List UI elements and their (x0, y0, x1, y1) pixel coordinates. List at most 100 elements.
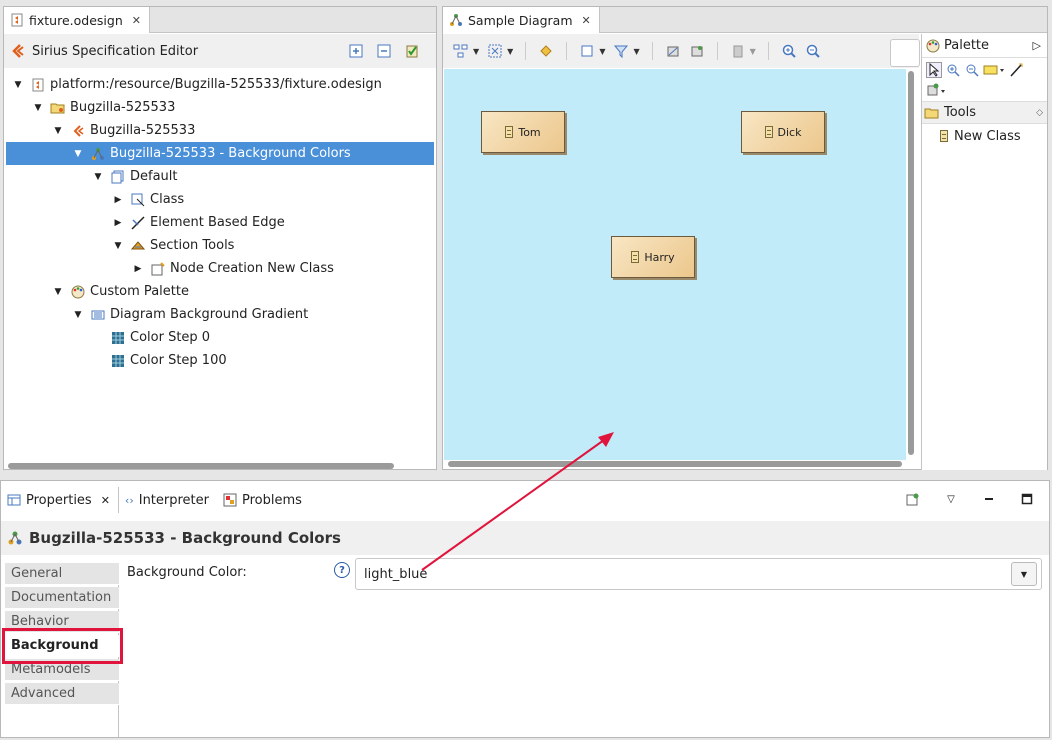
diagram-node-harry[interactable]: Harry (611, 236, 695, 278)
tree-item[interactable]: Color Step 100 (6, 349, 434, 372)
diagram-horizontal-scrollbar[interactable] (448, 461, 902, 467)
chevron-down-icon[interactable]: ▼ (12, 79, 24, 91)
node-mapping-icon (130, 192, 146, 208)
tree-item[interactable]: ▼ Bugzilla-525533 (6, 96, 434, 119)
chevron-right-icon[interactable]: ▶ (112, 194, 124, 206)
pin-view-icon[interactable] (905, 491, 921, 507)
viewpoint-icon (70, 123, 86, 139)
note-tool-icon[interactable] (983, 62, 1005, 78)
chevron-down-icon[interactable]: ▼ (633, 47, 639, 56)
layer-icon (110, 169, 126, 185)
pin-tool-icon[interactable] (926, 81, 948, 97)
tree-item[interactable]: ▶ Node Creation New Class (6, 257, 434, 280)
tree-item[interactable]: ▼ Diagram Background Gradient (6, 303, 434, 326)
chevron-down-icon[interactable]: ▼ (72, 148, 84, 160)
background-color-combo[interactable]: light_blue ▼ (355, 558, 1042, 590)
copy-format-icon[interactable] (730, 43, 746, 59)
arrange-icon[interactable] (453, 43, 469, 59)
connection-tool-icon[interactable] (1008, 62, 1024, 78)
chevron-down-icon[interactable]: ▼ (1011, 562, 1037, 586)
filter-icon[interactable] (613, 43, 629, 59)
zoom-out-icon[interactable] (805, 43, 821, 59)
view-tabbar: Properties ✕ ‹› Interpreter Problems (1, 487, 310, 513)
chevron-down-icon[interactable]: ▼ (750, 47, 756, 56)
diagram-canvas[interactable]: Tom Dick Harry (444, 69, 906, 460)
tree-item[interactable]: ▼ Bugzilla-525533 - Background Colors (6, 142, 434, 165)
editor-horizontal-scrollbar[interactable] (8, 463, 394, 469)
zoom-combo[interactable] (890, 39, 920, 67)
chevron-down-icon[interactable]: ▼ (507, 47, 513, 56)
tree-item-label: Bugzilla-525533 (70, 100, 176, 115)
side-tab-documentation[interactable]: Documentation (5, 587, 119, 609)
class-icon (505, 126, 514, 138)
refresh-icon[interactable] (538, 43, 554, 59)
node-label: Dick (777, 125, 802, 139)
zoom-in-tool-icon[interactable] (945, 62, 961, 78)
chevron-down-icon[interactable]: ▼ (92, 171, 104, 183)
editor-toolbar (348, 43, 420, 59)
toolbar-separator (767, 42, 769, 60)
tree-item[interactable]: ▼ platform:/resource/Bugzilla-525533/fixt… (6, 73, 434, 96)
diagram-node-dick[interactable]: Dick (741, 111, 825, 153)
chevron-right-icon[interactable]: ▶ (132, 263, 144, 275)
chevron-down-icon[interactable]: ▼ (599, 47, 605, 56)
diagram-vertical-scrollbar[interactable] (908, 71, 914, 455)
hide-element-icon[interactable] (665, 43, 681, 59)
palette-header: Palette ▷ (922, 34, 1047, 58)
minimize-icon[interactable] (981, 491, 997, 507)
diagram-node-tom[interactable]: Tom (481, 111, 565, 153)
chevron-down-icon[interactable]: ▼ (112, 240, 124, 252)
side-tab-label: Metamodels (11, 662, 91, 677)
pin-element-icon[interactable] (689, 43, 705, 59)
tab-sample-diagram[interactable]: Sample Diagram ✕ (443, 7, 600, 33)
zoom-out-tool-icon[interactable] (964, 62, 980, 78)
class-icon (764, 126, 773, 138)
tree-item[interactable]: ▼ Section Tools (6, 234, 434, 257)
tab-fixture-odesign[interactable]: fixture.odesign ✕ (4, 7, 150, 33)
tree-item[interactable]: ▼ Bugzilla-525533 (6, 119, 434, 142)
chevron-down-icon[interactable]: ▼ (32, 102, 44, 114)
expand-all-icon[interactable] (348, 43, 364, 59)
tree-item-label: Color Step 0 (130, 330, 211, 345)
close-icon[interactable]: ✕ (101, 494, 110, 507)
select-tool-icon[interactable] (926, 62, 942, 78)
tree-item[interactable]: ▶ Class (6, 188, 434, 211)
layer-filter-icon[interactable] (579, 43, 595, 59)
drawer-pin-icon[interactable]: ◇ (1036, 108, 1043, 118)
side-tab-label: General (11, 566, 63, 581)
tree-item[interactable]: ▼ Default (6, 165, 434, 188)
tab-problems[interactable]: Problems (217, 487, 310, 513)
zoom-in-icon[interactable] (781, 43, 797, 59)
view-menu-icon[interactable]: ▽ (943, 491, 959, 507)
palette-drawer-tools[interactable]: Tools ◇ (922, 102, 1047, 124)
tab-interpreter[interactable]: ‹› Interpreter (119, 487, 217, 513)
side-tab-general[interactable]: General (5, 563, 119, 585)
close-icon[interactable]: ✕ (582, 14, 591, 27)
tree-item[interactable]: Color Step 0 (6, 326, 434, 349)
toolbar-separator (566, 42, 568, 60)
odesign-file-icon (30, 77, 46, 93)
tree-item[interactable]: ▶ Element Based Edge (6, 211, 434, 234)
palette-entry-new-class[interactable]: New Class (922, 124, 1047, 148)
tab-properties[interactable]: Properties ✕ (1, 487, 119, 513)
palette-tools (922, 58, 1047, 102)
palette-title: Palette (944, 38, 990, 53)
help-icon[interactable]: ? (334, 562, 350, 578)
validate-icon[interactable] (404, 43, 420, 59)
side-tab-advanced[interactable]: Advanced (5, 683, 119, 705)
palette-collapse-icon[interactable]: ▷ (1033, 39, 1041, 52)
tree-item-label: Node Creation New Class (170, 261, 334, 276)
tree-item[interactable]: ▼ Custom Palette (6, 280, 434, 303)
chevron-down-icon[interactable]: ▼ (52, 286, 64, 298)
chevron-down-icon[interactable]: ▼ (473, 47, 479, 56)
chevron-right-icon[interactable]: ▶ (112, 217, 124, 229)
collapse-all-icon[interactable] (376, 43, 392, 59)
maximize-icon[interactable] (1019, 491, 1035, 507)
chevron-down-icon[interactable]: ▼ (72, 309, 84, 321)
select-all-icon[interactable] (487, 43, 503, 59)
palette-panel: Palette ▷ Tools ◇ New Class (921, 34, 1047, 470)
close-icon[interactable]: ✕ (132, 14, 141, 27)
chevron-down-icon[interactable]: ▼ (52, 125, 64, 137)
tree-item-label: Custom Palette (90, 284, 189, 299)
